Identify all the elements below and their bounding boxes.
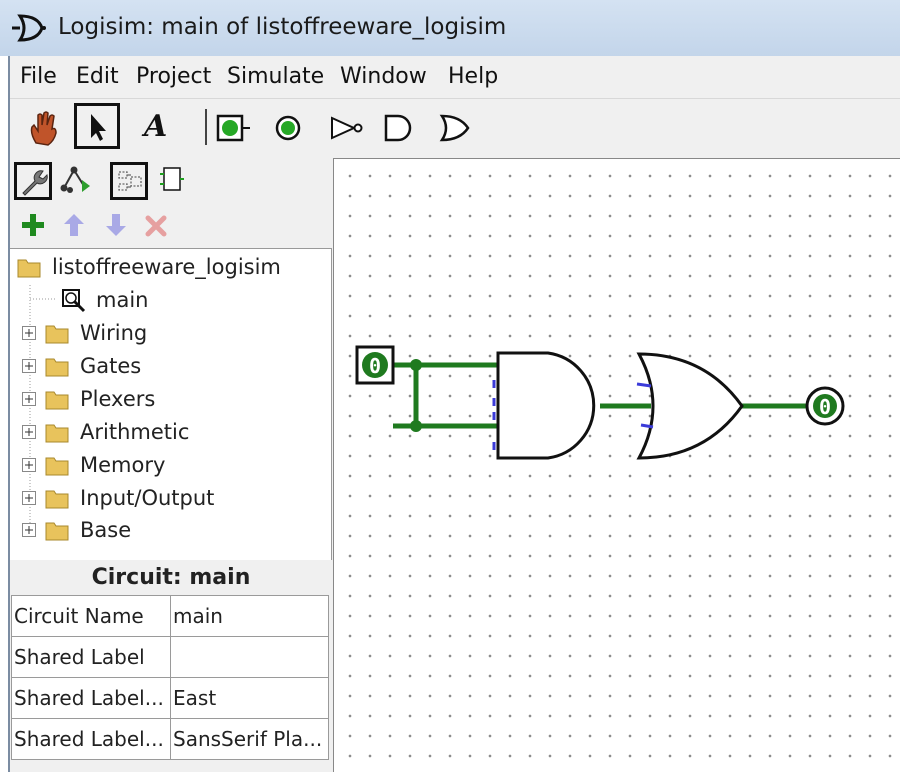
move-up-icon[interactable]	[62, 212, 86, 238]
edit-appearance-button[interactable]	[156, 162, 194, 200]
and-gate-button[interactable]	[376, 105, 422, 151]
attribute-panel-title: Circuit: main	[10, 561, 332, 595]
output-pin-value: 0	[819, 395, 831, 419]
circuit-magnifier-icon	[62, 289, 86, 313]
not-gate-button[interactable]	[326, 105, 372, 151]
simulation-tree-icon	[60, 166, 90, 193]
menu-edit[interactable]: Edit	[76, 64, 119, 89]
tree-library-memory[interactable]: Memory	[22, 449, 165, 481]
poke-tool-button[interactable]	[20, 105, 66, 151]
attribute-row: Shared Label	[11, 636, 329, 678]
attribute-row: Circuit Name main	[11, 595, 329, 637]
folder-icon	[45, 325, 69, 344]
window-title: Logisim: main of listoffreeware_logisim	[58, 14, 507, 40]
toolbox-view-button[interactable]	[14, 162, 52, 200]
attribute-key: Shared Label...	[11, 677, 171, 719]
title-bar: Logisim: main of listoffreeware_logisim	[0, 0, 900, 56]
attribute-value[interactable]: SansSerif Pla...	[170, 718, 329, 760]
move-down-icon[interactable]	[104, 212, 128, 238]
menu-project[interactable]: Project	[136, 64, 211, 89]
delete-icon[interactable]	[144, 214, 168, 238]
folder-icon	[45, 358, 69, 377]
not-gate-icon	[331, 116, 363, 140]
and-gate-icon	[384, 114, 412, 142]
tree-circuit-label: main	[96, 288, 149, 312]
tree-library-label: Plexers	[80, 387, 156, 411]
wires[interactable]	[393, 359, 809, 432]
folder-icon	[45, 457, 69, 476]
attribute-value[interactable]: main	[170, 595, 329, 637]
expand-icon[interactable]	[22, 458, 36, 472]
tree-library-label: Base	[80, 518, 132, 542]
edit-layout-button[interactable]	[110, 162, 148, 200]
input-pin-icon	[216, 114, 250, 142]
output-pin-icon	[275, 115, 301, 141]
and-gate[interactable]	[492, 351, 596, 460]
tree-library-label: Input/Output	[80, 486, 215, 510]
expand-icon[interactable]	[22, 392, 36, 406]
toolbar-separator	[205, 109, 207, 145]
tree-library-label: Arithmetic	[80, 420, 190, 444]
attribute-row: Shared Label... SansSerif Pla...	[11, 718, 329, 760]
main-toolbar: A	[10, 99, 900, 157]
output-pin[interactable]: 0	[805, 386, 845, 426]
simulation-tree-button[interactable]	[56, 162, 94, 200]
select-tool-button[interactable]	[74, 103, 120, 149]
input-pin[interactable]: 0	[355, 345, 395, 385]
input-pin-value: 0	[369, 354, 381, 378]
circuit-drawing: 0 0	[355, 345, 845, 460]
attribute-row: Shared Label... East	[11, 677, 329, 719]
tree-library-base[interactable]: Base	[22, 514, 131, 546]
arrow-cursor-icon	[91, 114, 106, 141]
expand-icon[interactable]	[22, 359, 36, 373]
folder-icon	[45, 490, 69, 509]
tree-library-gates[interactable]: Gates	[22, 350, 141, 382]
menu-bar: File Edit Project Simulate Window Help	[10, 58, 900, 99]
expand-icon[interactable]	[22, 491, 36, 505]
tree-library-wiring[interactable]: Wiring	[22, 317, 147, 349]
attribute-value[interactable]: East	[170, 677, 329, 719]
menu-help[interactable]: Help	[448, 64, 498, 89]
expand-icon[interactable]	[22, 523, 36, 537]
or-gate-button[interactable]	[434, 105, 480, 151]
tree-library-plexers[interactable]: Plexers	[22, 383, 155, 415]
add-circuit-icon[interactable]	[20, 212, 46, 238]
expand-icon[interactable]	[22, 326, 36, 340]
tree-project-root[interactable]: listoffreeware_logisim	[16, 251, 281, 283]
input-pin-button[interactable]	[210, 105, 256, 151]
attribute-key: Circuit Name	[11, 595, 171, 637]
tree-library-arithmetic[interactable]: Arithmetic	[22, 416, 189, 448]
menu-file[interactable]: File	[20, 64, 57, 89]
tree-project-label: listoffreeware_logisim	[52, 255, 281, 279]
menu-simulate[interactable]: Simulate	[227, 64, 324, 89]
tree-library-label: Wiring	[80, 321, 148, 345]
tree-library-label: Gates	[80, 354, 142, 378]
circuit-appearance-icon	[160, 167, 184, 191]
tree-library-label: Memory	[80, 453, 166, 477]
or-gate-icon	[439, 114, 470, 142]
output-pin-button[interactable]	[264, 105, 310, 151]
expand-icon[interactable]	[22, 425, 36, 439]
menu-window[interactable]: Window	[340, 64, 427, 89]
folder-icon	[45, 424, 69, 443]
attribute-value[interactable]	[170, 636, 329, 678]
hand-icon	[30, 111, 57, 146]
attribute-table: Circuit Name main Shared Label Shared La…	[11, 595, 329, 760]
explorer-toolbar	[10, 158, 332, 248]
text-tool-icon: A	[144, 109, 168, 144]
explorer-tree: listoffreeware_logisim main Wiring Gates…	[10, 248, 332, 560]
circuit-layout-icon	[118, 171, 142, 191]
tree-library-input-output[interactable]: Input/Output	[22, 482, 214, 514]
attribute-key: Shared Label...	[11, 718, 171, 760]
text-tool-button[interactable]: A	[134, 105, 180, 151]
folder-icon	[45, 522, 69, 541]
tree-circuit-main[interactable]: main	[60, 284, 148, 316]
folder-open-icon	[17, 259, 41, 278]
or-gate[interactable]	[636, 352, 744, 460]
folder-icon	[45, 391, 69, 410]
attribute-key: Shared Label	[11, 636, 171, 678]
logisim-app-icon	[12, 14, 46, 42]
wrench-icon	[22, 170, 48, 196]
